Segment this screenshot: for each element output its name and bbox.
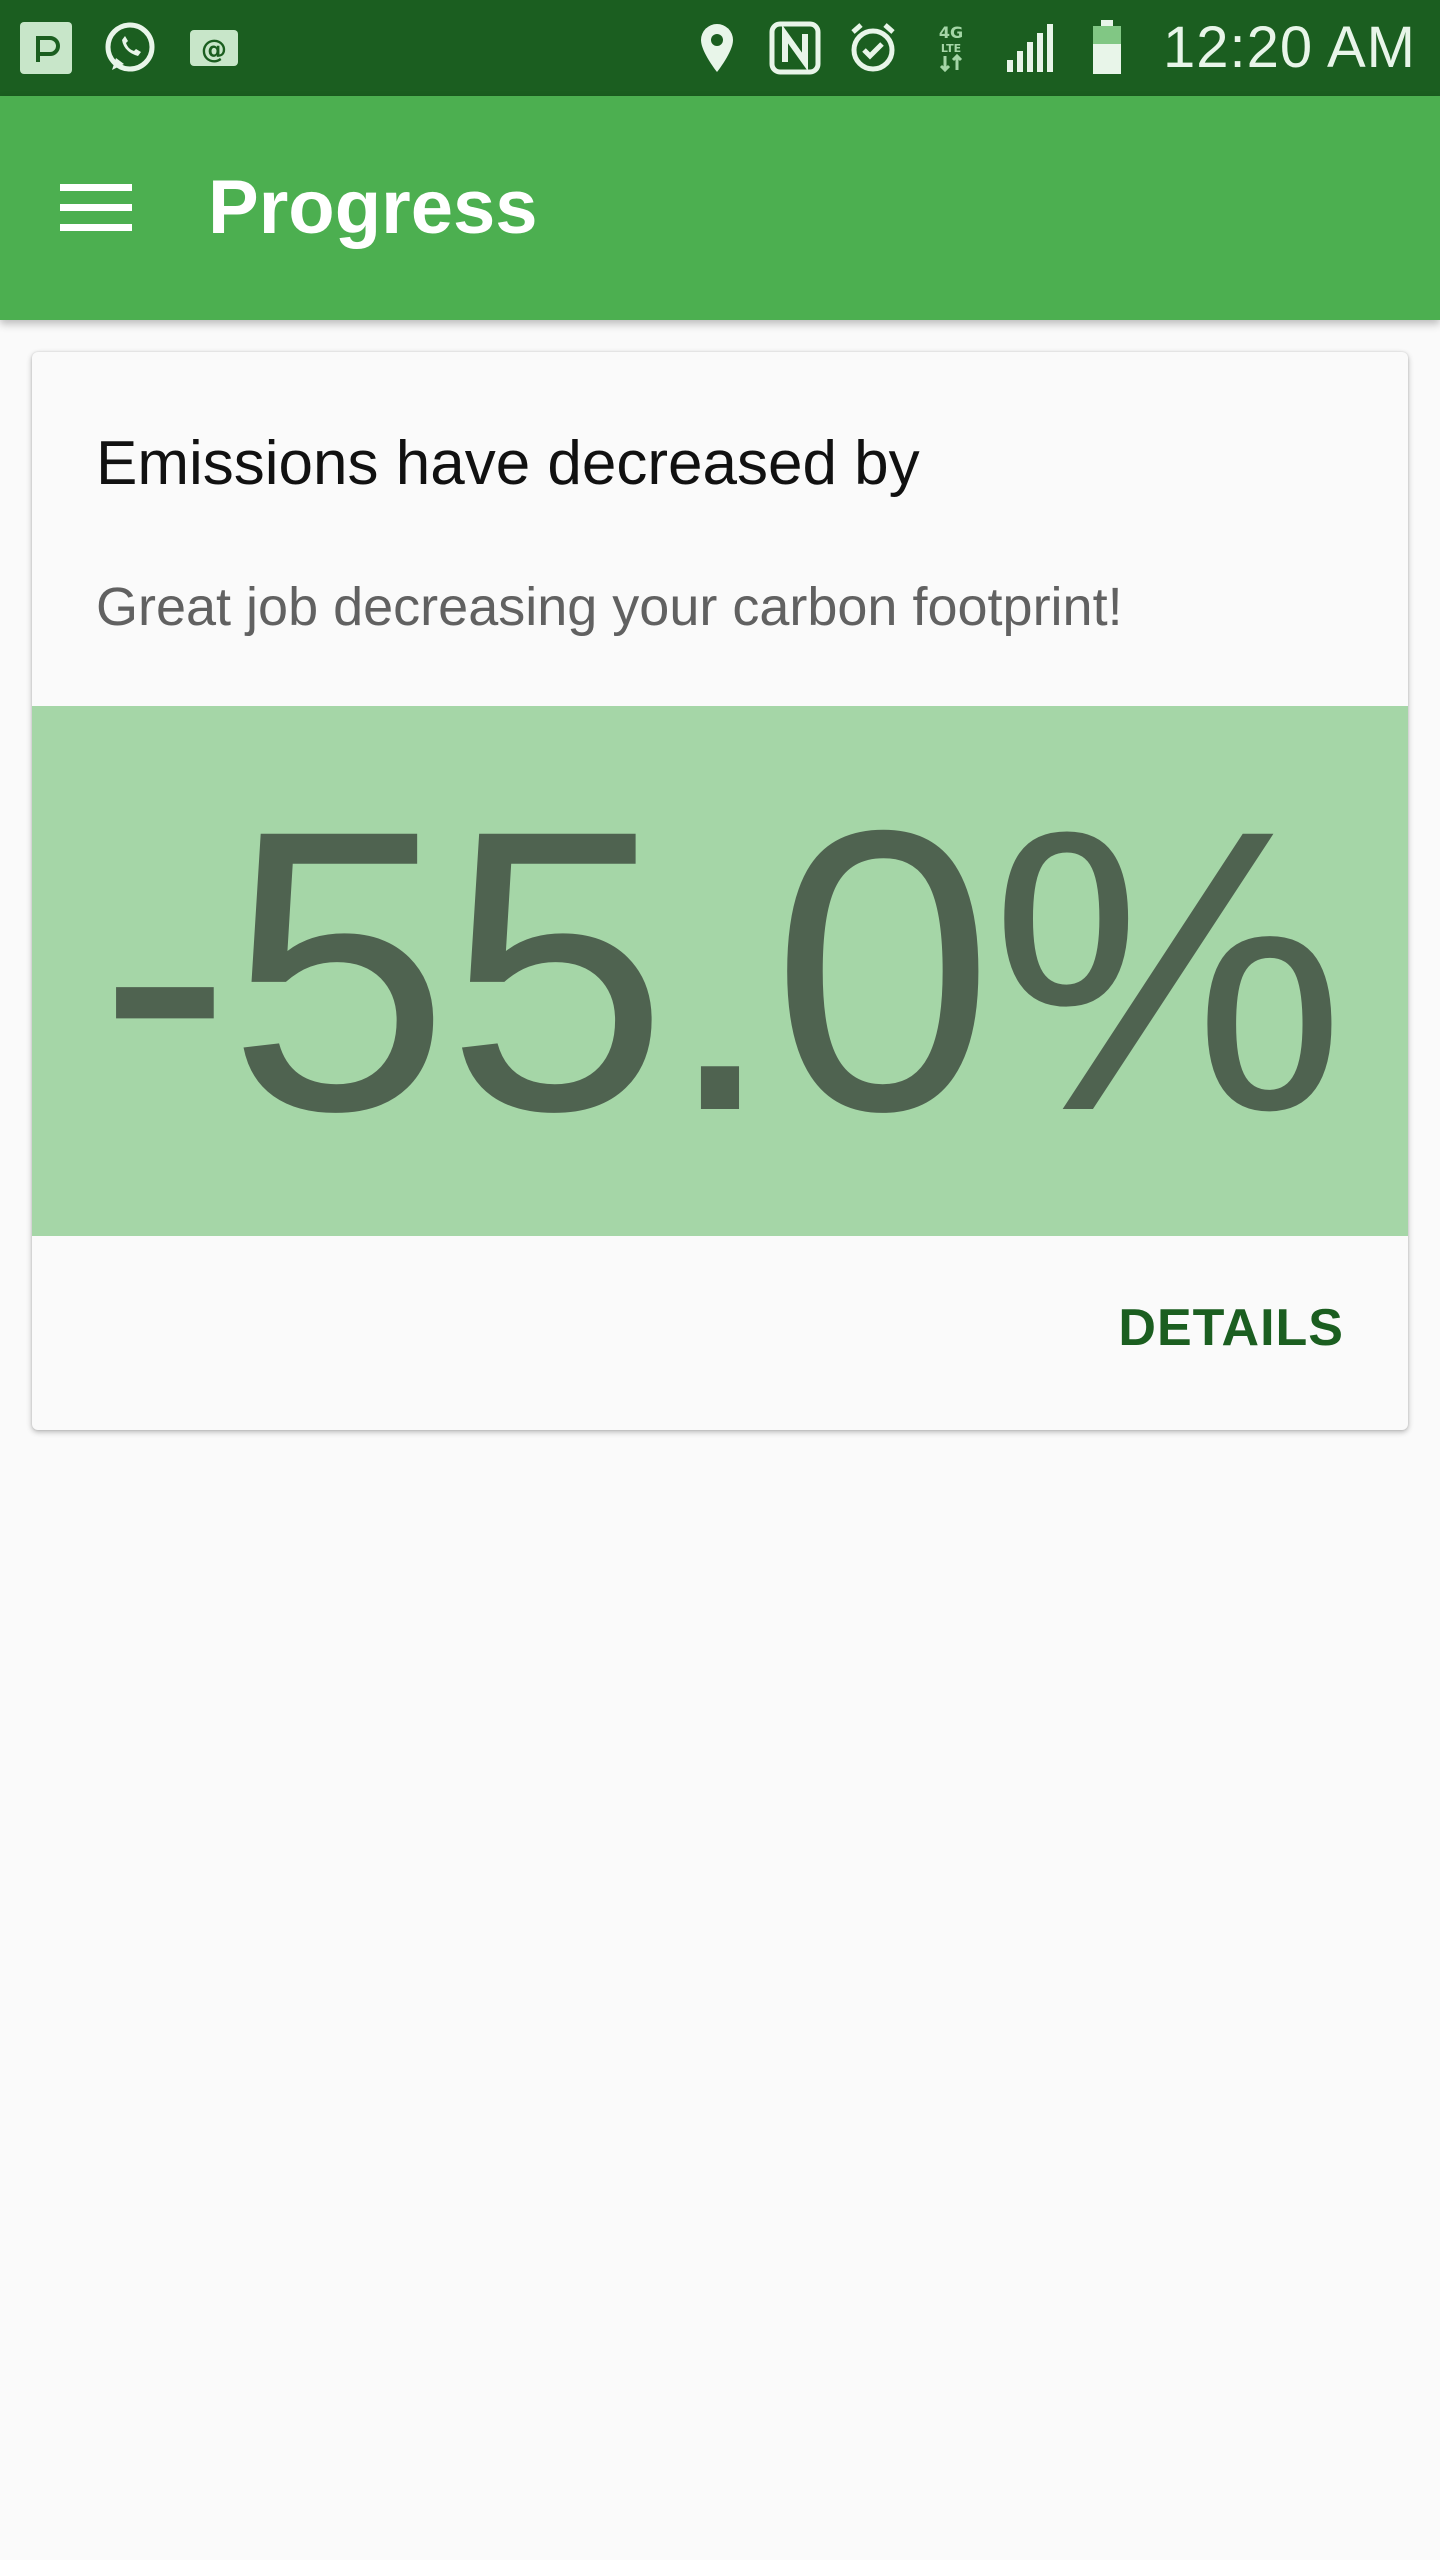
alarm-icon [843,18,903,78]
battery-icon [1077,18,1137,78]
details-button[interactable]: DETAILS [1118,1292,1344,1364]
status-bar: @ 4G LTE 12:20 AM [0,0,1440,96]
svg-text:4G: 4G [939,23,963,42]
status-bar-right-icons: 4G LTE 12:20 AM [687,14,1416,82]
card-title: Emissions have decreased by [96,429,920,498]
svg-text:LTE: LTE [941,42,961,55]
4g-lte-icon: 4G LTE [921,18,981,78]
pushbullet-icon [16,18,76,78]
whatsapp-icon [100,18,160,78]
page-title: Progress [208,165,538,250]
percent-change-value: -55.0% [98,747,1345,1194]
status-bar-time: 12:20 AM [1162,15,1416,80]
status-bar-left-icons: @ [16,18,244,78]
location-icon [687,18,747,78]
card-subtitle: Great job decreasing your carbon footpri… [96,577,1123,637]
signal-icon [999,18,1059,78]
svg-text:@: @ [201,35,227,65]
app-bar: Progress [0,96,1440,320]
percent-change-panel: -55.0% [32,706,1408,1236]
hamburger-menu-button[interactable] [40,152,152,264]
emissions-card: Emissions have decreased by Great job de… [32,352,1408,1430]
nfc-icon [765,18,825,78]
email-icon: @ [184,18,244,78]
hamburger-menu-icon [60,184,132,231]
